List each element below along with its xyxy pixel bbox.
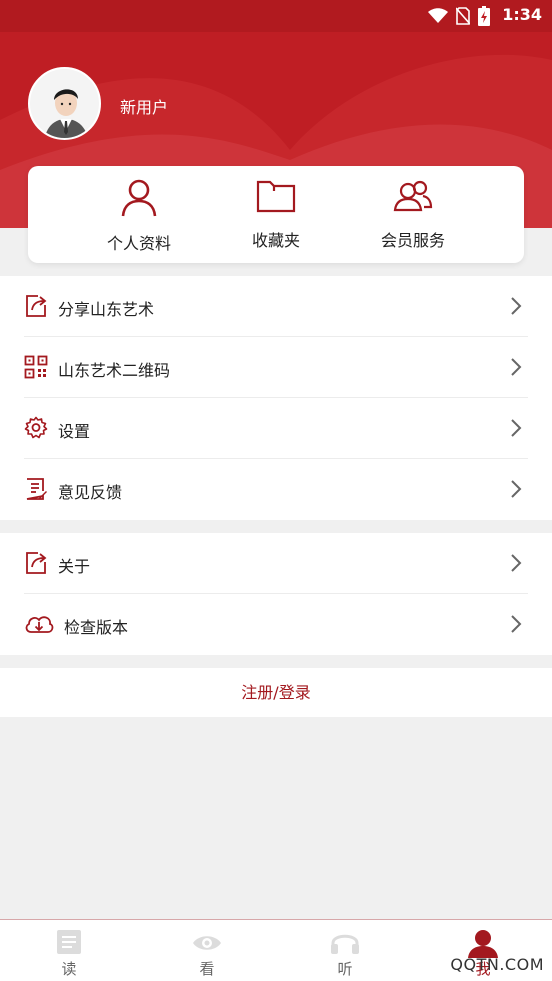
- menu-group-main: 分享山东艺术 山东艺术二维码 设置 意见反馈: [0, 276, 552, 520]
- members-icon: [393, 180, 433, 212]
- tab-label: 听: [337, 960, 353, 978]
- quick-action-label: 收藏夹: [251, 231, 300, 250]
- chevron-right-icon: [511, 358, 522, 376]
- quick-action-label: 个人资料: [106, 234, 171, 253]
- menu-item-share[interactable]: 分享山东艺术: [24, 276, 528, 337]
- chevron-right-icon: [511, 615, 522, 633]
- menu-item-about[interactable]: 关于: [24, 533, 528, 594]
- about-icon: [26, 552, 47, 574]
- status-bar: 1:34: [0, 0, 552, 32]
- menu-item-check-version[interactable]: 检查版本: [24, 594, 528, 655]
- cloud-download-icon: [25, 616, 54, 633]
- headphones-icon: [331, 934, 359, 954]
- menu-item-label: 关于: [58, 557, 91, 576]
- tab-label: 读: [61, 960, 77, 978]
- menu-item-qrcode[interactable]: 山东艺术二维码: [24, 337, 528, 398]
- chevron-right-icon: [511, 297, 522, 315]
- share-icon: [26, 295, 47, 317]
- chevron-right-icon: [511, 419, 522, 437]
- chevron-right-icon: [511, 480, 522, 498]
- quick-action-members[interactable]: 会员服务: [343, 166, 483, 263]
- menu-item-label: 设置: [58, 422, 91, 441]
- menu-item-settings[interactable]: 设置: [24, 398, 528, 459]
- quick-action-label: 会员服务: [380, 231, 445, 250]
- feedback-icon: [26, 478, 47, 500]
- tab-read[interactable]: 读: [0, 920, 138, 981]
- settings-gear-icon: [24, 416, 48, 439]
- register-login-button[interactable]: 注册/登录: [0, 668, 552, 717]
- qrcode-icon: [24, 355, 48, 379]
- username[interactable]: 新用户: [120, 94, 168, 118]
- battery-charging-icon: [478, 6, 490, 26]
- wifi-icon: [428, 8, 448, 23]
- watermark-text: QQTN.COM: [450, 955, 544, 974]
- tab-listen[interactable]: 听: [276, 920, 414, 981]
- menu-group-about: 关于 检查版本: [0, 533, 552, 655]
- menu-item-feedback[interactable]: 意见反馈: [24, 459, 528, 520]
- quick-actions-card: 个人资料 收藏夹 会员服务: [28, 166, 524, 263]
- chevron-right-icon: [511, 554, 522, 572]
- no-sim-icon: [456, 7, 470, 25]
- quick-action-profile[interactable]: 个人资料: [69, 166, 209, 263]
- menu-item-label: 意见反馈: [58, 483, 123, 502]
- tab-watch[interactable]: 看: [138, 920, 276, 981]
- menu-item-label: 分享山东艺术: [58, 300, 155, 319]
- menu-item-label: 检查版本: [64, 618, 129, 637]
- status-time: 1:34: [502, 5, 542, 24]
- read-icon: [57, 930, 81, 954]
- tab-label: 看: [199, 960, 215, 978]
- folder-icon: [256, 180, 296, 213]
- person-icon: [121, 179, 157, 217]
- user-avatar-icon[interactable]: [28, 67, 101, 140]
- me-icon: [468, 930, 498, 958]
- menu-item-label: 山东艺术二维码: [58, 361, 171, 380]
- eye-icon: [193, 936, 221, 950]
- quick-action-favorites[interactable]: 收藏夹: [206, 166, 346, 263]
